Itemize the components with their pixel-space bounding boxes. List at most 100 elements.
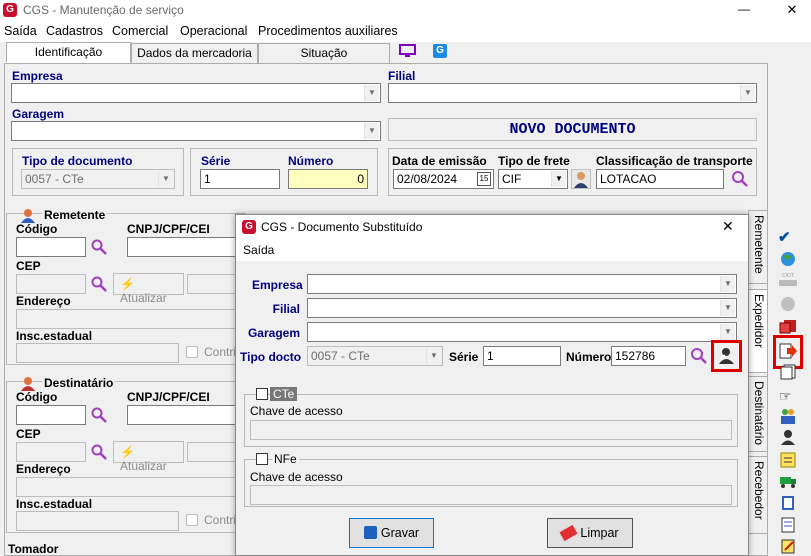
filial-select[interactable]: ▼ <box>388 83 757 103</box>
search-icon[interactable] <box>91 276 107 292</box>
search-icon[interactable] <box>91 407 107 423</box>
globe-icon[interactable] <box>779 250 797 268</box>
empresa-select[interactable]: ▼ <box>11 83 381 103</box>
serie-input[interactable]: 1 <box>200 169 280 189</box>
nfe-checkbox[interactable] <box>256 453 268 465</box>
tipo-frete-label: Tipo de frete <box>498 154 570 168</box>
destinatario-cnpj-input[interactable] <box>127 405 237 425</box>
menu-saida[interactable]: Saída <box>4 24 37 38</box>
data-emissao-input[interactable]: 02/08/2024 15 <box>393 169 494 189</box>
side-tab-expedidor[interactable]: Expedidor <box>748 289 768 373</box>
garagem-select[interactable]: ▼ <box>11 121 381 141</box>
destinatario-cep-input[interactable] <box>16 442 86 462</box>
side-tab-remetente[interactable]: Remetente <box>748 210 768 284</box>
tipo-doc-select[interactable]: 0057 - CTe ▼ <box>21 169 175 189</box>
remetente-cep-input[interactable] <box>16 274 86 294</box>
data-emissao-label: Data de emissão <box>392 154 487 168</box>
chevron-down-icon: ▼ <box>364 85 379 101</box>
remetente-cep-label: CEP <box>16 259 41 273</box>
chevron-down-icon: ▼ <box>364 123 379 139</box>
destinatario-insc-input[interactable] <box>16 511 179 531</box>
search-icon[interactable] <box>731 170 749 188</box>
tab-situacao[interactable]: Situação <box>258 43 390 63</box>
destinatario-codigo-input[interactable] <box>16 405 86 425</box>
remetente-endereco-label: Endereço <box>16 294 71 308</box>
remetente-contrib-checkbox[interactable] <box>186 346 198 358</box>
check-icon[interactable]: ✔ <box>778 228 791 246</box>
remetente-insc-input[interactable] <box>16 343 179 363</box>
nfe-chave-label: Chave de acesso <box>250 470 343 484</box>
person-icon[interactable] <box>571 169 591 189</box>
truck-icon[interactable] <box>779 473 797 489</box>
destinatario-endereco-input[interactable] <box>16 477 237 497</box>
cte-chave-input[interactable] <box>250 420 732 440</box>
hand-pointer-icon[interactable]: ☞ <box>779 388 792 405</box>
dialog-title: CGS - Documento Substituído <box>261 220 423 234</box>
numero-input[interactable]: 0 <box>288 169 368 189</box>
minimize-button[interactable]: — <box>734 2 754 16</box>
serie-label: Série <box>201 154 231 168</box>
note-icon[interactable] <box>779 451 797 469</box>
lightning-icon: ⚡ <box>120 277 135 291</box>
cte-chave-label: Chave de acesso <box>250 404 343 418</box>
nfe-chave-input[interactable] <box>250 485 732 505</box>
remetente-cnpj-input[interactable] <box>127 237 237 257</box>
dialog-garagem-select[interactable]: ▼ <box>307 322 737 342</box>
remetente-endereco-input[interactable] <box>16 309 237 329</box>
person-edit-icon[interactable] <box>779 428 797 446</box>
exit-arrow-icon[interactable] <box>778 341 798 361</box>
menu-cadastros[interactable]: Cadastros <box>46 24 103 38</box>
circle-disabled-icon[interactable] <box>781 297 795 311</box>
dialog-tipo-docto-select[interactable]: 0057 - CTe ▼ <box>307 346 443 366</box>
g-app-icon[interactable]: G <box>433 44 447 58</box>
person-search-icon[interactable] <box>717 346 736 365</box>
destinatario-insc-label: Insc.estadual <box>16 497 93 511</box>
remetente-cnpj-label: CNPJ/CPF/CEI <box>127 222 210 236</box>
close-window-button[interactable]: ✕ <box>782 2 802 18</box>
empresa-label: Empresa <box>12 69 63 83</box>
limpar-button[interactable]: Limpar <box>547 518 633 548</box>
dialog-tipo-docto-label: Tipo docto <box>240 350 302 364</box>
destinatario-extra-input[interactable] <box>187 442 237 462</box>
destinatario-codigo-label: Código <box>16 390 58 404</box>
cte-checkbox[interactable] <box>256 388 268 400</box>
tipo-frete-select[interactable]: CIF ▼ <box>498 169 568 189</box>
destinatario-cep-label: CEP <box>16 427 41 441</box>
monitor-icon[interactable] <box>399 44 416 58</box>
person-icon <box>21 377 35 391</box>
search-icon[interactable] <box>91 239 107 255</box>
menu-procedimentos[interactable]: Procedimentos auxiliares <box>258 24 398 38</box>
edit-icon[interactable] <box>779 538 797 554</box>
calendar-icon[interactable]: 15 <box>477 172 491 186</box>
book-icon[interactable] <box>779 494 797 512</box>
gravar-button[interactable]: Gravar <box>349 518 434 548</box>
remetente-atualizar-button[interactable]: ⚡ Atualizar <box>113 273 184 305</box>
documents-icon[interactable] <box>779 364 797 380</box>
dialog-serie-input[interactable]: 1 <box>483 346 561 366</box>
search-icon[interactable] <box>690 347 708 365</box>
menu-comercial[interactable]: Comercial <box>112 24 168 38</box>
dialog-numero-input[interactable]: 152786 <box>611 346 686 366</box>
dialog-empresa-select[interactable]: ▼ <box>307 274 737 294</box>
dialog-serie-label: Série <box>449 350 479 364</box>
side-tab-destinatario[interactable]: Destinatário <box>748 376 768 452</box>
dialog-filial-select[interactable]: ▼ <box>307 298 737 318</box>
side-tab-recebedor[interactable]: Recebedor <box>748 456 768 534</box>
destinatario-contrib-checkbox[interactable] <box>186 514 198 526</box>
ciot-icon[interactable]: CIOT <box>779 273 797 287</box>
remetente-codigo-input[interactable] <box>16 237 86 257</box>
people-icon[interactable] <box>779 407 797 425</box>
destinatario-atualizar-button[interactable]: ⚡ Atualizar <box>113 441 184 473</box>
title-bar: G CGS - Manutenção de serviço — ✕ <box>0 0 811 20</box>
menu-operacional[interactable]: Operacional <box>180 24 247 38</box>
search-icon[interactable] <box>91 444 107 460</box>
stack-icon[interactable] <box>778 318 798 334</box>
tab-dados-mercadoria[interactable]: Dados da mercadoria <box>131 43 258 63</box>
classif-input[interactable]: LOTACAO <box>596 169 724 189</box>
dialog-close-button[interactable]: ✕ <box>722 218 734 235</box>
dialog-menu-saida[interactable]: Saída <box>243 243 274 257</box>
remetente-extra-input[interactable] <box>187 274 237 294</box>
tab-identificacao[interactable]: Identificação <box>6 42 131 63</box>
report-icon[interactable] <box>779 516 797 534</box>
dialog-menu-bar: Saída <box>236 239 748 261</box>
